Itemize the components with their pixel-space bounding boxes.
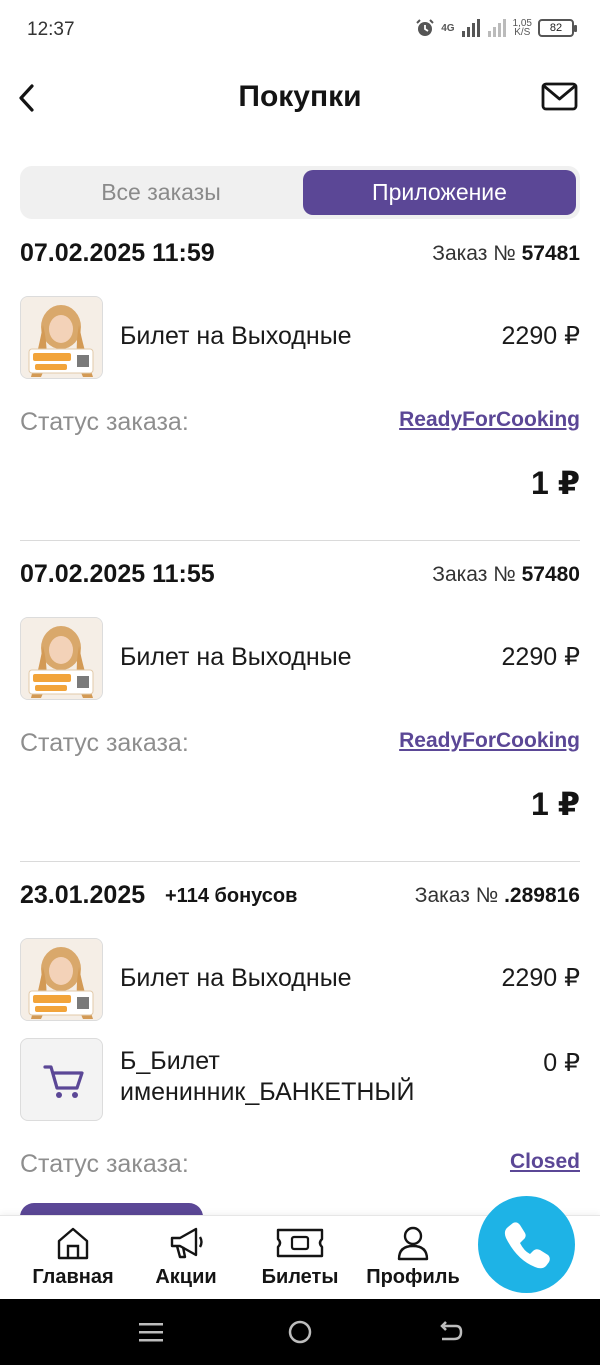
status-time: 12:37 bbox=[27, 19, 75, 40]
status-bar: 12:37 4G 1,05 K/S 82 bbox=[0, 0, 600, 60]
status-indicators: 4G 1,05 K/S 82 bbox=[415, 18, 577, 38]
ticket-thumbnail bbox=[20, 617, 103, 700]
mail-button[interactable] bbox=[540, 80, 580, 114]
network-type: 4G bbox=[441, 22, 455, 34]
order-number-value: 57481 bbox=[521, 242, 580, 265]
menu-icon bbox=[139, 1323, 163, 1342]
order-number: Заказ № 57481 bbox=[432, 242, 580, 266]
item-price: 2290 ₽ bbox=[501, 643, 580, 671]
order-item: Билет на Выходные 2290 ₽ bbox=[20, 296, 580, 380]
phone-icon bbox=[504, 1221, 550, 1268]
cart-icon bbox=[43, 1065, 84, 1098]
status-label: Статус заказа: bbox=[20, 408, 189, 436]
order-bonus: +114 бонусов bbox=[165, 885, 298, 907]
ticket-photo-icon bbox=[21, 297, 102, 378]
order-status-link[interactable]: ReadyForCooking bbox=[399, 408, 580, 432]
order-card: 07.02.2025 11:55 Заказ № 57480 Билет на … bbox=[20, 560, 580, 860]
order-number-label: Заказ № bbox=[432, 242, 516, 265]
nav-item-tickets[interactable]: Билеты bbox=[245, 1224, 355, 1296]
item-name: Билет на Выходные bbox=[120, 322, 352, 350]
divider bbox=[20, 540, 580, 541]
order-number: Заказ № 57480 bbox=[432, 563, 580, 587]
item-name-line2: именинник_БАНКЕТНЫЙ bbox=[120, 1078, 415, 1106]
item-name: Б_Билет именинник_БАНКЕТНЫЙ bbox=[120, 1046, 415, 1108]
ticket-photo-icon bbox=[21, 618, 102, 699]
order-item: Билет на Выходные 2290 ₽ bbox=[20, 617, 580, 701]
signal-weak-icon bbox=[487, 19, 506, 37]
signal-icon bbox=[461, 19, 480, 37]
home-system-button[interactable] bbox=[284, 1317, 316, 1347]
divider bbox=[20, 861, 580, 862]
nav-label: Акции bbox=[155, 1266, 217, 1288]
back-system-button[interactable] bbox=[434, 1317, 466, 1347]
ticket-thumbnail bbox=[20, 296, 103, 379]
net-speed: 1,05 K/S bbox=[513, 19, 532, 38]
call-button[interactable] bbox=[478, 1196, 575, 1293]
page-title: Покупки bbox=[238, 80, 362, 113]
alarm-icon bbox=[416, 19, 434, 36]
home-icon bbox=[57, 1227, 89, 1260]
nav-item-profile[interactable]: Профиль bbox=[358, 1224, 468, 1296]
item-price: 0 ₽ bbox=[543, 1049, 580, 1077]
order-total: 1 ₽ bbox=[531, 465, 580, 501]
order-item: Б_Билет именинник_БАНКЕТНЫЙ 0 ₽ bbox=[20, 1038, 580, 1122]
nav-item-promotions[interactable]: Акции bbox=[131, 1224, 241, 1296]
recents-button[interactable] bbox=[135, 1317, 167, 1347]
status-label: Статус заказа: bbox=[20, 1150, 189, 1178]
item-name: Билет на Выходные bbox=[120, 964, 352, 992]
cart-thumbnail bbox=[20, 1038, 103, 1121]
item-price: 2290 ₽ bbox=[501, 322, 580, 350]
back-arrow-icon bbox=[440, 1321, 463, 1341]
order-number-label: Заказ № bbox=[414, 884, 499, 907]
order-total: 1 ₽ bbox=[531, 786, 580, 822]
user-icon bbox=[397, 1226, 429, 1261]
net-speed-unit: K/S bbox=[514, 27, 531, 38]
order-number: Заказ № .289816 bbox=[415, 884, 580, 908]
order-date: 23.01.2025 bbox=[20, 881, 146, 909]
nav-item-home[interactable]: Главная bbox=[18, 1224, 128, 1296]
order-number-value: 57480 bbox=[521, 563, 580, 586]
order-tabs: Все заказы Приложение bbox=[20, 166, 580, 219]
system-nav-bar bbox=[0, 1299, 600, 1365]
header: Покупки bbox=[0, 68, 600, 128]
ticket-thumbnail bbox=[20, 938, 103, 1021]
order-number-label: Заказ № bbox=[432, 563, 516, 586]
ticket-photo-icon bbox=[21, 939, 102, 1020]
order-status-link[interactable]: Closed bbox=[510, 1150, 580, 1174]
item-price: 2290 ₽ bbox=[501, 964, 580, 992]
order-date: 07.02.2025 11:59 bbox=[20, 239, 215, 267]
order-status-link[interactable]: ReadyForCooking bbox=[399, 729, 580, 753]
tab-all-orders[interactable]: Все заказы bbox=[24, 170, 298, 215]
order-card: 23.01.2025 +114 бонусов Заказ № .289816 … bbox=[20, 881, 580, 1201]
megaphone-icon bbox=[170, 1227, 203, 1259]
battery-icon: 82 bbox=[538, 19, 577, 37]
ticket-icon bbox=[276, 1228, 324, 1258]
order-number-value: .289816 bbox=[504, 884, 580, 907]
nav-label: Билеты bbox=[261, 1266, 339, 1288]
item-name: Билет на Выходные bbox=[120, 643, 352, 671]
mail-icon bbox=[541, 82, 578, 111]
nav-label: Главная bbox=[32, 1266, 114, 1288]
circle-icon bbox=[288, 1320, 312, 1344]
item-name-line1: Б_Билет bbox=[120, 1047, 220, 1075]
order-item: Билет на Выходные 2290 ₽ bbox=[20, 938, 580, 1022]
tab-app-orders[interactable]: Приложение bbox=[303, 170, 576, 215]
status-label: Статус заказа: bbox=[20, 729, 189, 757]
order-date: 07.02.2025 11:55 bbox=[20, 560, 215, 588]
nav-label: Профиль bbox=[366, 1266, 460, 1288]
order-card: 07.02.2025 11:59 Заказ № 57481 Билет на … bbox=[20, 239, 580, 539]
